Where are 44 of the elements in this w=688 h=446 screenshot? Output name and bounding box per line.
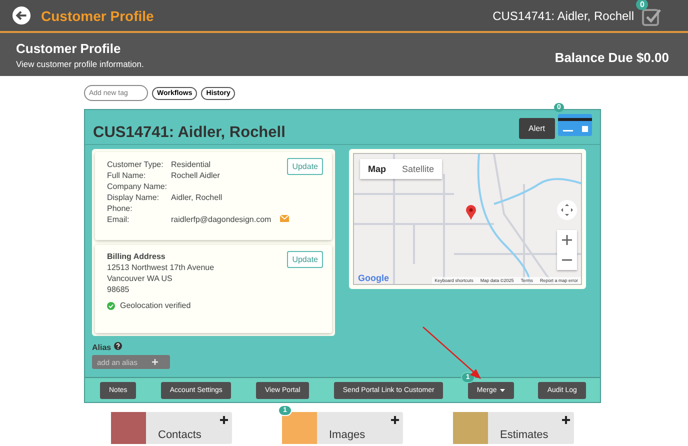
tile-label: Images [329,429,366,443]
caret-icon [500,388,505,392]
map-logo: Google [358,273,389,283]
address-line: 12513 Northwest 17th Avenue [107,263,216,274]
tile-label: Contacts [158,429,202,443]
section-subtitle: View customer profile information. [16,58,145,68]
map-type-tab[interactable]: Map [360,159,394,179]
help-icon[interactable] [114,342,122,350]
zoom-in-button[interactable] [557,230,577,250]
field-value: Residential [171,160,211,169]
credit-card-icon[interactable] [558,114,592,136]
geolocation-status: Geolocation verified [120,301,191,310]
field-label: Display Name: [107,193,160,202]
field-label: Customer Type: [107,160,164,169]
plus-icon[interactable] [391,416,399,424]
module-tile[interactable]: Images [282,412,403,444]
field-value: Aidler, Rochell [171,193,222,202]
address-line: Vancouver WA US [107,274,174,285]
pan-control-icon[interactable] [557,200,577,220]
module-tile[interactable]: Estimates [453,412,574,444]
customer-title: CUS14741: Aidler, Rochell [93,124,286,142]
location-pin-icon [466,205,476,220]
field-value: Rochell Aidler [171,171,220,180]
plus-icon[interactable] [562,416,570,424]
alert-button[interactable]: Alert [518,118,555,139]
field-value[interactable]: raidlerfp@dagondesign.com [171,215,272,224]
address-line: 98685 [107,285,130,296]
tile-label: Estimates [500,429,548,443]
annotation-arrow [422,326,482,380]
page-title: Customer Profile [41,8,154,24]
field-label: Phone: [107,204,134,213]
alias-label: Alias [92,342,112,352]
zoom-out-button[interactable] [557,250,577,270]
field-label: Company Name: [107,182,168,191]
field-label: Email: [107,215,130,224]
field-label: Full Name: [107,171,147,180]
plus-icon[interactable] [220,416,228,424]
map-type-tab[interactable]: Satellite [394,159,442,179]
section-title: Customer Profile [16,40,122,56]
module-tile[interactable]: Contacts [111,412,232,444]
billing-heading: Billing Address [107,252,166,261]
notification-badge: 0 [636,0,648,10]
balance-due: Balance Due $0.00 [554,50,669,65]
customer-name: CUS14741: Aidler, Rochell [492,8,634,22]
